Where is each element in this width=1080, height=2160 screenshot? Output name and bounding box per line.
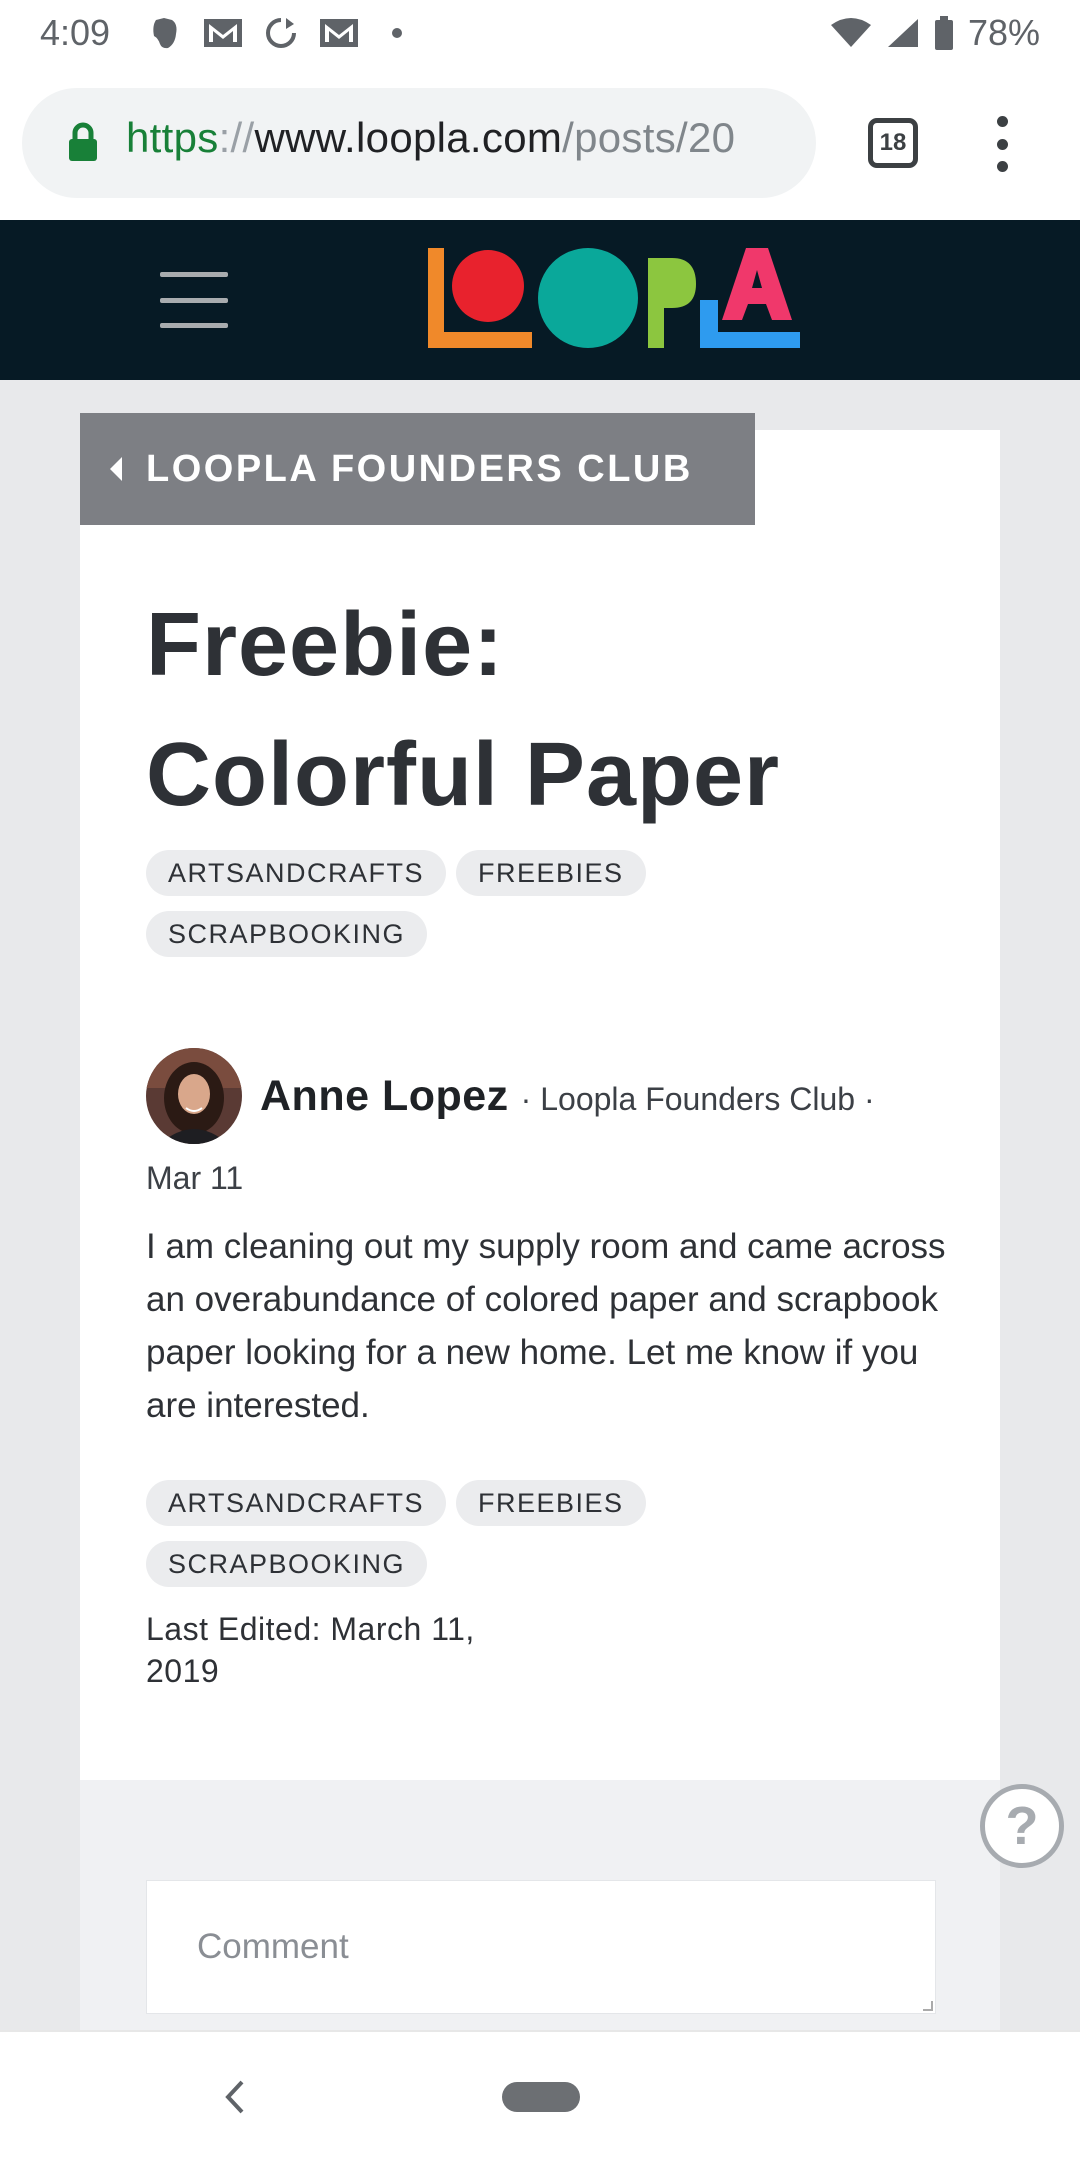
tag-chip[interactable]: ARTSANDCRAFTS [146,1480,447,1526]
notification-icons [145,16,417,50]
lock-icon [69,122,97,161]
comment-placeholder: Comment [197,1927,349,1966]
system-nav-bar [0,2030,1080,2160]
post-title: Freebie: Colorful Paper [146,595,781,825]
author-row: Anne Lopez · Loopla Founders Club · [146,1048,875,1144]
battery-icon [934,16,953,50]
dot-icon [377,16,417,50]
post-meta: · Loopla Founders Club · [520,1080,875,1117]
address-bar[interactable]: https://www.loopla.com/posts/20 [22,88,816,198]
help-button[interactable]: ? [980,1784,1064,1868]
browser-menu-icon[interactable] [990,116,1014,172]
post-date: Mar 11 [146,1160,244,1196]
hamburger-menu-icon[interactable] [160,272,228,328]
loopla-logo[interactable] [428,248,800,352]
tag-list-top: ARTSANDCRAFTS FREEBIES SCRAPBOOKING [146,850,746,957]
browser-toolbar: https://www.loopla.com/posts/20 18 [0,66,1080,220]
tag-chip[interactable]: SCRAPBOOKING [146,1541,428,1587]
group-name: LOOPLA FOUNDERS CLUB [146,447,693,490]
avatar[interactable] [146,1048,242,1144]
system-icons: 78% [830,12,1040,54]
signal-icon [887,19,918,47]
status-time: 4:09 [40,12,111,53]
tab-switcher-button[interactable]: 18 [868,118,918,168]
last-edited: Last Edited: March 11, 2019 [146,1611,475,1689]
status-bar: 4:09 78% [0,0,1080,66]
resize-handle-icon[interactable] [923,2001,933,2011]
tag-chip[interactable]: ARTSANDCRAFTS [146,850,447,896]
home-pill-icon[interactable] [502,2082,580,2112]
evernote-icon [145,16,185,50]
site-header [0,220,1080,380]
gmail-icon [203,16,243,50]
tag-chip[interactable]: FREEBIES [456,1480,646,1526]
gmail-icon [319,16,359,50]
chevron-left-icon [110,457,122,481]
author-name[interactable]: Anne Lopez [260,1072,509,1121]
comment-input[interactable]: Comment [146,1880,936,2014]
tag-chip[interactable]: FREEBIES [456,850,646,896]
sync-icon [261,16,301,50]
battery-percent: 78% [967,12,1040,53]
post-body: I am cleaning out my supply room and cam… [146,1227,946,1425]
wifi-icon [830,18,871,47]
url-text[interactable]: https://www.loopla.com/posts/20 [126,114,735,162]
tag-list-bottom: ARTSANDCRAFTS FREEBIES SCRAPBOOKING [146,1480,746,1587]
group-back-link[interactable]: LOOPLA FOUNDERS CLUB [80,413,755,525]
back-icon[interactable] [222,2078,246,2116]
tag-chip[interactable]: SCRAPBOOKING [146,911,428,957]
